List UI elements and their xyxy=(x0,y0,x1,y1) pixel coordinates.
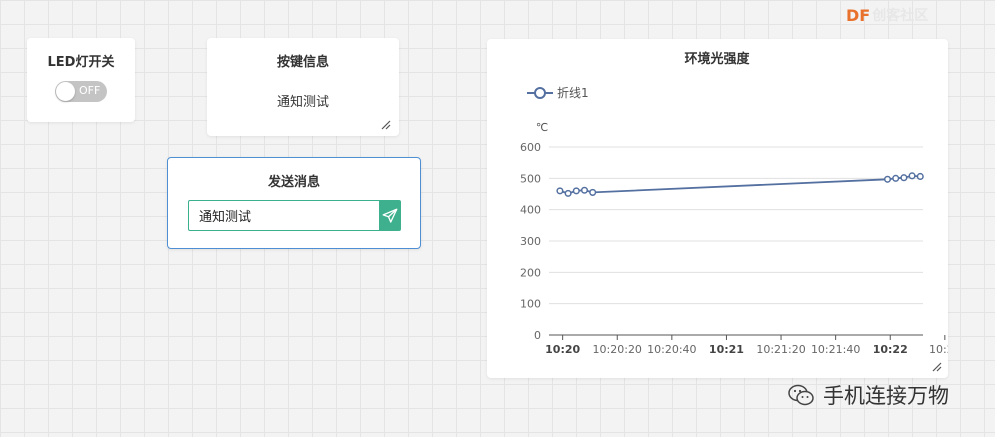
x-tick-label: 10:22 xyxy=(873,343,908,356)
data-point xyxy=(892,174,900,182)
footer-watermark: 手机连接万物 xyxy=(787,380,949,410)
resize-handle-icon[interactable] xyxy=(381,120,391,130)
send-row xyxy=(188,200,401,231)
legend-series-label: 折线1 xyxy=(557,85,589,100)
light-intensity-chart-card: 环境光强度 折线1 ℃ 0 100 200 300 400 500 600 10:20 10:2… xyxy=(487,39,948,378)
x-tick-label: 10:21:40 xyxy=(811,343,860,356)
brand-logo-text: DF xyxy=(846,5,871,25)
key-card-title: 按键信息 xyxy=(276,55,329,70)
x-tick-label: 10:20 xyxy=(545,343,580,356)
toggle-knob xyxy=(56,82,75,101)
send-card-title: 发送消息 xyxy=(267,175,320,190)
data-point xyxy=(572,187,580,195)
chart-title: 环境光强度 xyxy=(684,51,750,67)
wechat-icon xyxy=(788,384,814,406)
key-info-card: 按键信息 通知测试 xyxy=(207,38,399,136)
data-point xyxy=(916,172,924,181)
y-tick-label: 200 xyxy=(520,266,541,279)
line-chart: 环境光强度 折线1 ℃ 0 100 200 300 400 500 600 10:20 10:2… xyxy=(520,51,948,356)
brand-logo: DF 创客社区 xyxy=(846,5,928,25)
legend-circle-marker xyxy=(534,87,546,99)
y-tick-label: 600 xyxy=(520,141,541,154)
chart-series xyxy=(556,172,924,197)
y-tick-label: 400 xyxy=(520,204,541,217)
x-tick-label: 10:21:20 xyxy=(756,343,805,356)
send-button[interactable] xyxy=(379,200,401,231)
data-point xyxy=(580,186,589,194)
data-point xyxy=(564,189,572,197)
data-point xyxy=(908,172,916,180)
x-tick-label: 10:20:40 xyxy=(647,343,696,356)
data-point xyxy=(556,187,564,195)
y-tick-label: 500 xyxy=(520,172,541,185)
data-point xyxy=(589,188,597,196)
led-switch-card: LED灯开关 OFF xyxy=(27,38,135,122)
y-tick-label: 0 xyxy=(534,329,541,342)
brand-name: 创客社区 xyxy=(872,8,929,24)
key-info-value: 通知测试 xyxy=(276,95,329,110)
chart-legend[interactable]: 折线1 xyxy=(527,85,589,100)
x-tick-label: 10:20:20 xyxy=(593,343,642,356)
data-point xyxy=(900,174,908,182)
message-input[interactable] xyxy=(188,200,379,231)
led-toggle-switch[interactable]: OFF xyxy=(55,81,107,102)
chart-grid xyxy=(549,146,923,305)
y-tick-label: 300 xyxy=(520,235,541,248)
chart-axes: 0 100 200 300 400 500 600 10:20 10:20:20 10:20:40… xyxy=(520,141,948,356)
chart-resize-handle-icon[interactable] xyxy=(932,362,942,372)
footer-text: 手机连接万物 xyxy=(823,384,949,408)
y-axis-unit-label: ℃ xyxy=(536,121,548,134)
send-message-card: 发送消息 xyxy=(167,157,421,249)
led-card-title: LED灯开关 xyxy=(47,55,115,70)
x-tick-label: 10:22 xyxy=(929,343,948,356)
data-point xyxy=(883,175,892,183)
paper-plane-icon xyxy=(382,208,398,223)
x-tick-label: 10:21 xyxy=(709,343,744,356)
toggle-state-label: OFF xyxy=(79,84,101,97)
y-tick-label: 100 xyxy=(520,298,541,311)
